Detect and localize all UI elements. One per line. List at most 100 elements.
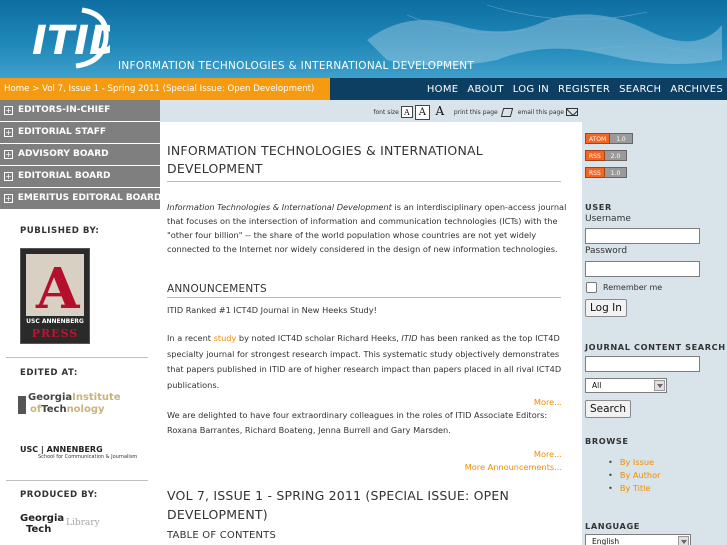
journal-description: Information Technologies & International…	[167, 200, 567, 256]
usc-logo-line1: USC | ANNENBERG	[20, 445, 103, 454]
font-size-large-button[interactable]: A	[432, 104, 448, 120]
gt-logo-mark	[18, 396, 26, 414]
browse-by-issue-link[interactable]: By Issue	[608, 456, 660, 469]
top-nav: HOME ABOUT LOG IN REGISTER SEARCH ARCHIV…	[427, 78, 723, 100]
announcement-1-more-link[interactable]: More...	[534, 397, 562, 407]
gt-word-nology: nology	[66, 404, 105, 415]
announcement-1-body: In a recent study by noted ICT4D scholar…	[167, 331, 567, 393]
accordion-emeritus-board[interactable]: + EMERITUS EDITORAL BOARD	[0, 188, 161, 210]
email-icon[interactable]	[566, 108, 578, 116]
remember-me-checkbox[interactable]	[586, 282, 597, 293]
language-select[interactable]: English	[585, 534, 691, 545]
accordion-label: ADVISORY BOARD	[18, 149, 109, 159]
language-value: English	[592, 537, 620, 545]
accordion-editorial-staff[interactable]: + EDITORIAL STAFF	[0, 122, 160, 144]
main-content: font size A A A print this page email th…	[160, 100, 582, 545]
search-input[interactable]	[585, 356, 700, 372]
nav-bar: Home > Vol 7, Issue 1 - Spring 2011 (Spe…	[0, 78, 727, 100]
gt-word-georgia: Georgia	[28, 392, 73, 403]
breadcrumb-text[interactable]: Home > Vol 7, Issue 1 - Spring 2011 (Spe…	[4, 84, 314, 94]
accordion-advisory-board[interactable]: + ADVISORY BOARD	[0, 144, 160, 166]
nav-about[interactable]: ABOUT	[467, 84, 503, 95]
announcements-heading: ANNOUNCEMENTS	[167, 283, 267, 295]
announcements-divider	[167, 297, 561, 298]
edited-at-label: EDITED AT:	[20, 368, 78, 378]
press-logo-panel: A	[26, 254, 84, 322]
username-input[interactable]	[585, 228, 700, 244]
gt-logo-line1: GeorgiaInstitute	[28, 392, 121, 403]
browse-by-title-link[interactable]: By Title	[608, 482, 660, 495]
site-title: INFORMATION TECHNOLOGIES & INTERNATIONAL…	[118, 60, 475, 72]
print-icon[interactable]	[500, 107, 513, 117]
press-logo-top-text: USC ANNENBERG	[26, 318, 84, 325]
left-sidebar: + EDITORS-IN-CHIEF + EDITORIAL STAFF + ADVI…	[0, 100, 161, 545]
feed-type: RSS	[585, 150, 605, 161]
browse-by-author-link[interactable]: By Author	[608, 469, 661, 482]
accordion-label: EDITORS-IN-CHIEF	[18, 105, 111, 115]
plus-icon: +	[4, 106, 13, 115]
georgia-tech-logo[interactable]: GeorgiaInstitute ofTechnology	[18, 392, 138, 422]
page-title: INFORMATION TECHNOLOGIES & INTERNATIONAL…	[167, 143, 483, 176]
plus-icon: +	[4, 150, 13, 159]
nav-register[interactable]: REGISTER	[558, 84, 610, 95]
plus-icon: +	[4, 128, 13, 137]
page-tools-bar: font size A A A print this page email th…	[160, 100, 582, 122]
font-size-label: font size	[373, 108, 399, 116]
atom-feed-button[interactable]: ATOM 1.0	[585, 133, 633, 144]
georgia-tech-library-logo[interactable]: Georgia Tech Library	[20, 513, 100, 535]
feed-version: 1.0	[604, 167, 628, 178]
rss2-feed-button[interactable]: RSS 2.0	[585, 150, 628, 161]
logo-text: ITID	[32, 18, 110, 64]
search-button[interactable]: Search	[585, 400, 632, 418]
search-scope-value: All	[592, 381, 602, 390]
divider	[6, 480, 148, 481]
gt-logo-line2: ofTechnology	[30, 404, 105, 415]
plus-icon: +	[4, 194, 13, 203]
password-input[interactable]	[585, 261, 700, 277]
right-sidebar: ATOM 1.0 RSS 2.0 RSS 1.0 USER Username P…	[582, 100, 727, 545]
lib-logo-line2: Tech	[26, 524, 52, 535]
plus-icon: +	[4, 172, 13, 181]
breadcrumb: Home > Vol 7, Issue 1 - Spring 2011 (Spe…	[0, 78, 330, 100]
press-logo-bottom-text: PRESS	[31, 327, 79, 340]
accordion-label: EDITORIAL STAFF	[18, 127, 107, 137]
usc-logo-line2: School for Communication & Journalism	[38, 454, 138, 460]
announcement-2-body: We are delighted to have four extraordin…	[167, 410, 548, 435]
press-logo-letter: A	[36, 256, 80, 322]
ann1-itid: ITID	[401, 333, 418, 343]
more-announcements-link[interactable]: More Announcements...	[465, 462, 562, 472]
login-button[interactable]: Log In	[585, 299, 627, 317]
email-label[interactable]: email this page	[518, 109, 564, 116]
ann1-pre: In a recent	[167, 333, 214, 343]
rss1-feed-button[interactable]: RSS 1.0	[585, 167, 628, 178]
usc-annenberg-school-logo[interactable]: USC | ANNENBERG School for Communication…	[20, 445, 137, 460]
lib-logo-word: Library	[66, 518, 100, 528]
lib-logo-line1: Georgia	[20, 513, 65, 524]
print-label[interactable]: print this page	[454, 109, 498, 116]
study-link[interactable]: study	[214, 333, 237, 343]
site-header: ITID INFORMATION TECHNOLOGIES & INTERNAT…	[0, 0, 727, 78]
title-divider	[167, 181, 561, 182]
password-label: Password	[585, 246, 628, 256]
page-tools: font size A A A print this page email th…	[373, 104, 578, 120]
nav-archives[interactable]: ARCHIVES	[670, 84, 723, 95]
feed-type: ATOM	[585, 133, 611, 144]
chevron-down-icon	[678, 536, 689, 545]
user-heading: USER	[585, 202, 612, 212]
nav-search[interactable]: SEARCH	[619, 84, 661, 95]
accordion-editors-in-chief[interactable]: + EDITORS-IN-CHIEF	[0, 100, 160, 122]
ann1-mid: by noted ICT4D scholar Richard Heeks,	[236, 333, 402, 343]
announcement-2-more-link[interactable]: More...	[534, 449, 562, 459]
nav-login[interactable]: LOG IN	[513, 84, 549, 95]
font-size-medium-button[interactable]: A	[414, 104, 430, 120]
usc-annenberg-press-logo[interactable]: A USC ANNENBERG PRESS	[20, 248, 90, 344]
username-label: Username	[585, 214, 631, 224]
browse-list: By Issue By Author By Title	[608, 456, 661, 495]
search-scope-select[interactable]: All	[585, 378, 667, 393]
itid-logo[interactable]: ITID	[30, 4, 110, 70]
gt-word-of: of	[30, 404, 42, 415]
divider	[6, 357, 148, 358]
accordion-editorial-board[interactable]: + EDITORIAL BOARD	[0, 166, 160, 188]
font-size-small-button[interactable]: A	[400, 106, 413, 118]
nav-home[interactable]: HOME	[427, 84, 459, 95]
